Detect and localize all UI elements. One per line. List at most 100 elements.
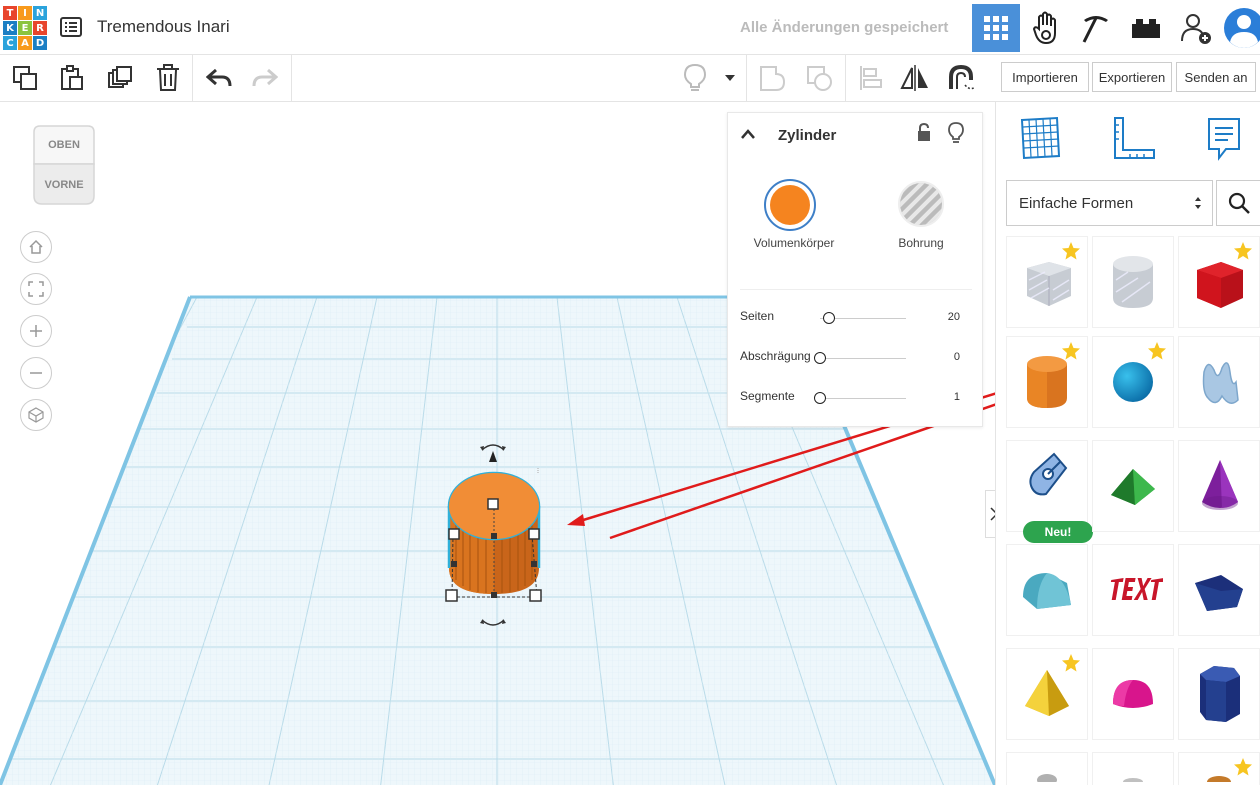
shape-polygon[interactable] xyxy=(1178,648,1260,740)
shape-partial-3[interactable] xyxy=(1178,752,1260,785)
delete-icon[interactable] xyxy=(153,63,183,93)
toolbar-divider xyxy=(192,55,193,102)
favorite-star-icon[interactable] xyxy=(1061,341,1081,366)
design-title[interactable]: Tremendous Inari xyxy=(97,17,230,37)
shape-pyramid[interactable] xyxy=(1006,648,1088,740)
shape-round-roof[interactable] xyxy=(1006,544,1088,636)
magnet-icon[interactable] xyxy=(946,63,976,93)
category-label: Einfache Formen xyxy=(1019,194,1134,212)
shape-box-hole[interactable] xyxy=(1006,236,1088,328)
sides-slider[interactable] xyxy=(823,312,835,324)
hand-icon[interactable] xyxy=(1022,4,1070,52)
solid-color-swatch[interactable] xyxy=(764,179,816,231)
redo-icon[interactable] xyxy=(250,63,280,93)
light-bulb-icon[interactable] xyxy=(680,63,710,93)
design-list-icon[interactable] xyxy=(60,17,82,37)
shape-cone[interactable] xyxy=(1178,440,1260,532)
view-cube[interactable]: OBEN VORNE xyxy=(30,124,98,206)
zoom-out-icon[interactable] xyxy=(20,357,52,389)
home-view-icon[interactable] xyxy=(20,231,52,263)
group-icon[interactable] xyxy=(757,63,787,93)
toolbar-divider xyxy=(291,55,292,102)
top-bar: T I N K E R C A D Tremendous Inari Alle … xyxy=(0,0,1260,55)
lock-icon[interactable] xyxy=(916,122,932,148)
shape-scribble[interactable] xyxy=(1178,336,1260,428)
shape-partial-2[interactable] xyxy=(1092,752,1174,785)
hole-label: Bohrung xyxy=(898,236,944,250)
ruler-icon[interactable] xyxy=(1112,116,1156,165)
view-cube-front-label[interactable]: VORNE xyxy=(30,179,98,191)
profile-avatar-icon[interactable] xyxy=(1222,4,1260,52)
shape-half-sphere[interactable] xyxy=(1092,648,1174,740)
bevel-slider[interactable] xyxy=(814,352,826,364)
chevron-down-icon[interactable] xyxy=(718,63,742,93)
edit-toolbar xyxy=(0,55,995,102)
tinkercad-logo[interactable]: T I N K E R C A D xyxy=(3,6,47,50)
slider-track xyxy=(820,398,906,399)
view-cube-top-label[interactable]: OBEN xyxy=(30,139,98,151)
logo-letter: N xyxy=(33,6,47,20)
fit-view-icon[interactable] xyxy=(20,273,52,305)
favorite-star-icon[interactable] xyxy=(1061,653,1081,678)
property-label-segments: Segmente xyxy=(740,389,795,403)
inspector-title: Zylinder xyxy=(778,127,837,144)
favorite-star-icon[interactable] xyxy=(1233,241,1253,266)
solid-label: Volumenkörper xyxy=(753,236,835,250)
shape-box[interactable] xyxy=(1178,236,1260,328)
shape-cylinder-hole[interactable] xyxy=(1092,236,1174,328)
search-icon[interactable] xyxy=(1216,180,1260,226)
shape-partial-1[interactable] xyxy=(1006,752,1088,785)
workplane-grid-icon[interactable] xyxy=(1019,116,1061,165)
shape-inspector-panel: Zylinder Volumenkörper Bohrung Seiten 20… xyxy=(727,112,983,427)
select-arrows-icon xyxy=(1194,195,1202,215)
perspective-icon[interactable] xyxy=(20,399,52,431)
logo-letter: T xyxy=(3,6,17,20)
add-user-icon[interactable] xyxy=(1172,4,1220,52)
visibility-bulb-icon[interactable] xyxy=(948,122,964,149)
shape-text[interactable] xyxy=(1092,544,1174,636)
ungroup-icon[interactable] xyxy=(804,63,834,93)
shapes-panel: Einfache Formen Neu! xyxy=(995,102,1260,785)
hole-swatch[interactable] xyxy=(898,181,944,227)
orange-swatch-fill xyxy=(770,185,810,225)
duplicate-icon[interactable] xyxy=(105,63,135,93)
property-value-sides[interactable]: 20 xyxy=(928,311,960,323)
export-button[interactable]: Exportieren xyxy=(1092,62,1172,92)
shape-sphere[interactable] xyxy=(1092,336,1174,428)
property-value-bevel[interactable]: 0 xyxy=(928,351,960,363)
shape-category-select[interactable]: Einfache Formen xyxy=(1006,180,1213,226)
send-to-button[interactable]: Senden an xyxy=(1176,62,1256,92)
import-button[interactable]: Importieren xyxy=(1001,62,1089,92)
paste-icon[interactable] xyxy=(57,63,87,93)
grid-view-icon[interactable] xyxy=(972,4,1020,52)
slider-track xyxy=(820,358,906,359)
favorite-star-icon[interactable] xyxy=(1147,341,1167,366)
zoom-in-icon[interactable] xyxy=(20,315,52,347)
favorite-star-icon[interactable] xyxy=(1061,241,1081,266)
shape-shape-generator[interactable]: Neu! xyxy=(1006,440,1093,543)
mirror-icon[interactable] xyxy=(900,63,930,93)
logo-letter: E xyxy=(18,21,32,35)
copy-icon[interactable] xyxy=(10,63,40,93)
toolbar-divider xyxy=(746,55,747,102)
logo-letter: D xyxy=(33,36,47,50)
panel-divider xyxy=(740,289,972,290)
shape-roof[interactable] xyxy=(1092,440,1174,532)
pickaxe-icon[interactable] xyxy=(1072,4,1120,52)
collapse-panel-icon[interactable] xyxy=(740,127,756,143)
favorite-star-icon[interactable] xyxy=(1233,757,1253,782)
shape-cylinder[interactable] xyxy=(1006,336,1088,428)
file-actions: Importieren Exportieren Senden an xyxy=(995,55,1260,102)
shape-wedge[interactable] xyxy=(1178,544,1260,636)
property-value-segments[interactable]: 1 xyxy=(928,391,960,403)
segments-slider[interactable] xyxy=(814,392,826,404)
new-badge: Neu! xyxy=(1023,521,1093,543)
property-label-bevel: Abschrägung xyxy=(740,349,811,363)
align-icon[interactable] xyxy=(856,63,886,93)
tinkercad-app: T I N K E R C A D Tremendous Inari Alle … xyxy=(0,0,1260,785)
notes-icon[interactable] xyxy=(1206,116,1242,167)
toolbar-divider xyxy=(845,55,846,102)
undo-icon[interactable] xyxy=(204,63,234,93)
property-label-sides: Seiten xyxy=(740,309,775,323)
brick-icon[interactable] xyxy=(1122,4,1170,52)
